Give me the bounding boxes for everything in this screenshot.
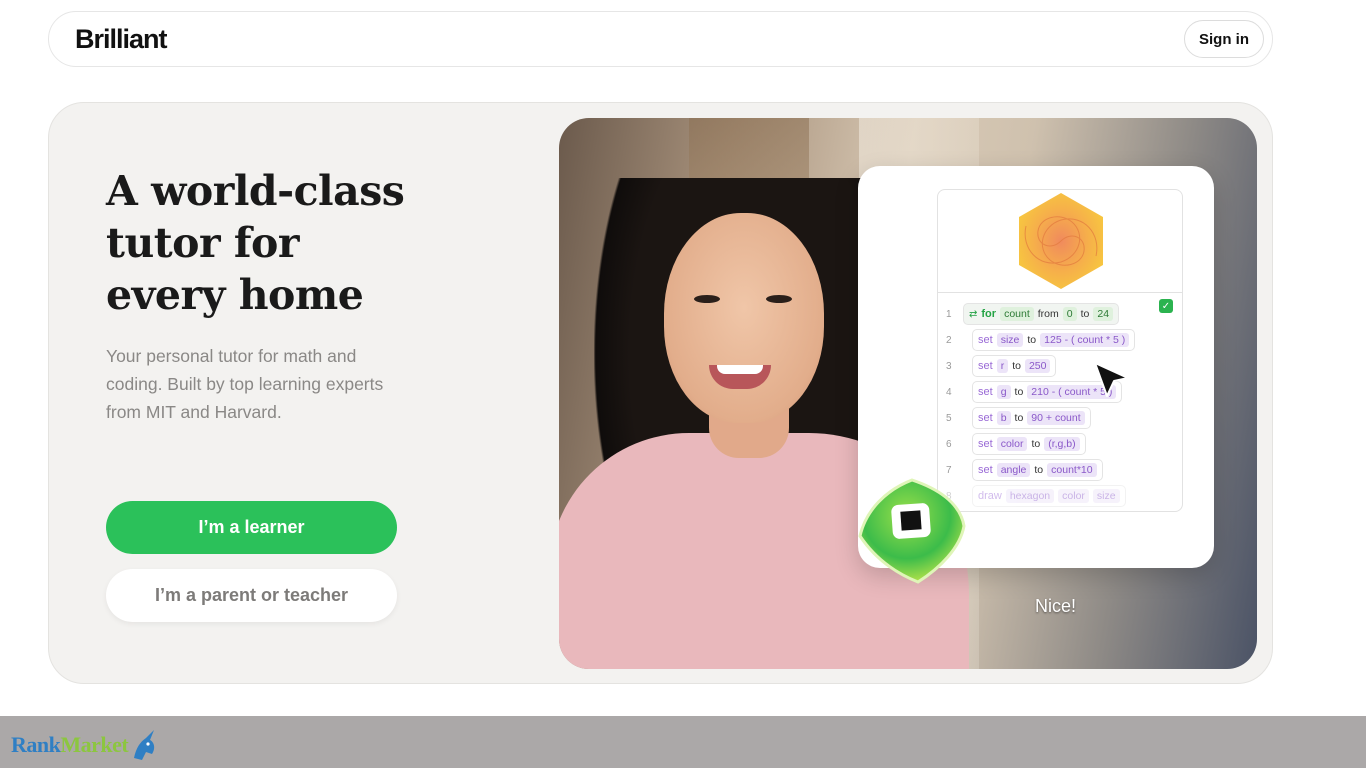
keyword: set — [978, 464, 993, 476]
headline-line-3: every home — [106, 271, 364, 319]
expression-chip: count*10 — [1047, 463, 1097, 477]
code-text: to — [1080, 308, 1090, 320]
variable-chip: size — [996, 333, 1024, 347]
mouth — [709, 365, 771, 389]
size-chip: size — [1092, 489, 1120, 503]
photo-caption: Nice! — [1035, 596, 1077, 616]
hexagon-spiral-icon — [1019, 193, 1103, 289]
keyword: set — [978, 334, 993, 346]
hero-subtext: Your personal tutor for math and coding.… — [106, 346, 384, 422]
expression-chip: (r,g,b) — [1044, 437, 1080, 451]
loop-icon: ⇄ — [969, 308, 978, 320]
keyword: draw — [978, 490, 1002, 502]
expression-chip: 90 + count — [1027, 411, 1085, 425]
variable-chip: g — [996, 385, 1011, 399]
code-text: to — [1031, 438, 1041, 450]
variable-chip: count — [1000, 307, 1034, 321]
brilliant-mascot-badge-icon — [858, 478, 966, 584]
line-number: 1 — [946, 308, 952, 320]
line-number: 5 — [946, 412, 952, 424]
draw-block[interactable]: draw hexagon color size — [972, 485, 1126, 507]
watermark-text-part2: Market — [60, 732, 129, 757]
code-block-list: 1 ⇄ for count from 0 to 24 2 set size to… — [937, 292, 1183, 512]
cursor-arrow-icon — [1094, 362, 1129, 397]
unicorn-head-icon — [134, 730, 155, 760]
color-chip: color — [1058, 489, 1089, 503]
expression-chip: 125 - ( count * 5 ) — [1040, 333, 1130, 347]
headline-line-1: A world-class — [106, 167, 405, 215]
line-number: 4 — [946, 386, 952, 398]
shape-chip: hexagon — [1005, 489, 1055, 503]
variable-chip: angle — [996, 463, 1031, 477]
code-text: to — [1034, 464, 1044, 476]
left-eye — [694, 295, 720, 303]
person-face — [664, 213, 824, 423]
footer-strip — [0, 716, 1366, 768]
keyword: set — [978, 438, 993, 450]
line-number: 3 — [946, 360, 952, 372]
keyword: set — [978, 386, 993, 398]
value-chip: 0 — [1062, 307, 1077, 321]
line-number: 2 — [946, 334, 952, 346]
code-text: to — [1012, 360, 1021, 372]
sign-in-button[interactable]: Sign in — [1184, 20, 1264, 58]
drawing-preview — [937, 189, 1183, 292]
right-eye — [766, 295, 792, 303]
code-text: to — [1014, 412, 1024, 424]
parent-teacher-button[interactable]: I’m a parent or teacher — [106, 569, 397, 622]
set-block[interactable]: set r to 250 — [972, 355, 1057, 377]
set-block[interactable]: set b to 90 + count — [972, 407, 1091, 429]
variable-chip: r — [996, 359, 1009, 373]
for-loop-block[interactable]: ⇄ for count from 0 to 24 — [963, 303, 1120, 325]
headline-line-2: tutor for — [106, 219, 300, 267]
keyword: for — [981, 308, 997, 320]
code-text: to — [1027, 334, 1037, 346]
value-chip: 24 — [1093, 307, 1114, 321]
set-block[interactable]: set color to (r,g,b) — [972, 433, 1086, 455]
set-block[interactable]: set angle to count*10 — [972, 459, 1103, 481]
top-navigation-bar: Brilliant Sign in — [48, 11, 1273, 67]
learner-button[interactable]: I’m a learner — [106, 501, 397, 554]
watermark-text-part1: Rank — [11, 732, 61, 757]
keyword: set — [978, 360, 993, 372]
code-text: from — [1037, 308, 1059, 320]
hero-headline: A world-class tutor for every home — [106, 165, 446, 321]
brilliant-logo[interactable]: Brilliant — [75, 24, 168, 55]
expression-chip: 250 — [1024, 359, 1051, 373]
line-number: 6 — [946, 438, 952, 450]
variable-chip: b — [996, 411, 1011, 425]
code-text: to — [1014, 386, 1024, 398]
keyword: set — [978, 412, 993, 424]
line-number: 7 — [946, 464, 952, 476]
variable-chip: color — [996, 437, 1028, 451]
rankmarket-watermark-logo: Rank Market — [11, 728, 158, 762]
set-block[interactable]: set size to 125 - ( count * 5 ) — [972, 329, 1136, 351]
